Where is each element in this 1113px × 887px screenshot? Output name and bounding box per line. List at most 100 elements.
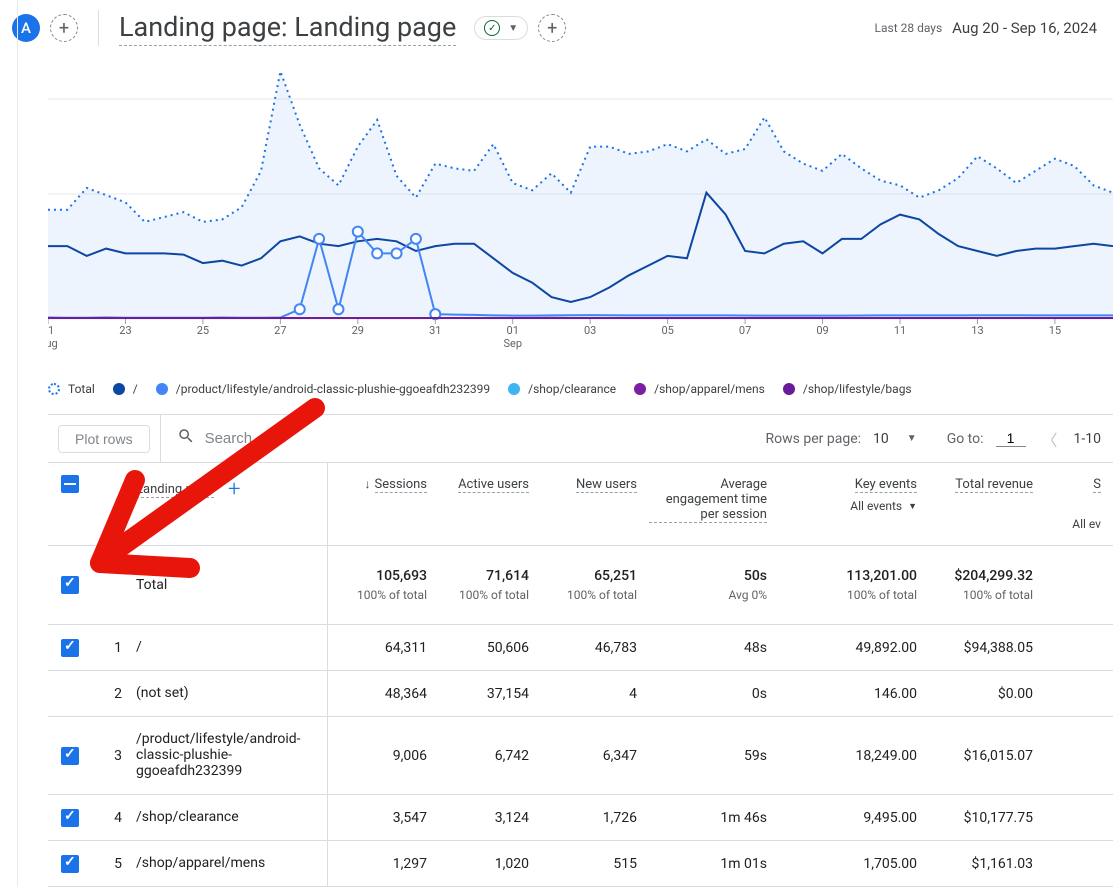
total-cell: 105,693100% of total (327, 546, 439, 625)
metric-cell: 1m 46s (649, 795, 779, 841)
goto-input[interactable] (996, 430, 1026, 447)
add-segment-button[interactable]: + (50, 14, 78, 42)
svg-text:25: 25 (197, 324, 209, 337)
row-index: 5 (92, 841, 136, 887)
row-checkbox[interactable] (61, 576, 79, 594)
metric-cell: 1,020 (439, 841, 541, 887)
legend-label: /shop/apparel/mens (654, 382, 765, 396)
svg-text:Aug: Aug (48, 337, 58, 350)
row-checkbox[interactable] (61, 747, 79, 765)
row-checkbox[interactable] (61, 809, 79, 827)
chevron-down-icon: ▼ (508, 23, 518, 34)
col-session-value[interactable]: S (1093, 477, 1101, 493)
add-card-button[interactable]: + (538, 14, 566, 42)
metric-cell: 1,297 (327, 841, 439, 887)
svg-text:21: 21 (48, 324, 54, 337)
col-new-users[interactable]: New users (576, 477, 637, 493)
svg-text:09: 09 (816, 324, 828, 337)
search-icon (177, 427, 195, 450)
total-cell: 50sAvg 0% (649, 546, 779, 625)
metric-cell: 4 (541, 671, 649, 717)
landing-page-cell[interactable]: /shop/apparel/mens (136, 841, 327, 887)
pager: Rows per page: 10 ▼ Go to: 〈 1-10 (754, 423, 1113, 455)
row-checkbox[interactable] (61, 855, 79, 873)
total-cell: 71,614100% of total (439, 546, 541, 625)
rows-per-page-select[interactable]: 10 ▼ (873, 431, 917, 447)
search-input[interactable] (205, 430, 754, 447)
page-range: 1-10 (1074, 431, 1101, 447)
metric-cell: 3,124 (439, 795, 541, 841)
sort-arrow-icon: ↓ (365, 477, 371, 491)
metric-cell: 59s (649, 717, 779, 795)
landing-page-cell[interactable]: (not set) (136, 671, 327, 717)
legend-label: Total (68, 382, 95, 396)
page-title[interactable]: Landing page: Landing page (119, 11, 456, 46)
table-row: 3/product/lifestyle/android-classic-plus… (48, 717, 1113, 795)
landing-page-cell[interactable]: /shop/clearance (136, 795, 327, 841)
metric-cell: 37,154 (439, 671, 541, 717)
plot-rows-button[interactable]: Plot rows (58, 425, 150, 453)
svg-text:01: 01 (507, 324, 519, 337)
table: Plot rows Rows per page: 10 ▼ Go to: 〈 1… (48, 414, 1113, 887)
legend-label: /shop/lifestyle/bags (803, 382, 912, 396)
svg-text:29: 29 (352, 324, 364, 337)
chart-area: 21Aug232527293101Sep03050709111315 (0, 64, 1113, 368)
rows-per-page-value: 10 (873, 431, 889, 447)
legend-swatch (156, 383, 168, 395)
col-key-events[interactable]: Key events (855, 477, 917, 493)
total-row: Total105,693100% of total71,614100% of t… (48, 546, 1113, 625)
metric-cell: 48,364 (327, 671, 439, 717)
svg-text:15: 15 (1049, 324, 1061, 337)
legend-item[interactable]: / (113, 382, 138, 396)
select-all-checkbox[interactable] (61, 475, 79, 493)
legend-swatch (634, 383, 646, 395)
metric-cell: $1,161.03 (929, 841, 1045, 887)
legend-item[interactable]: /shop/apparel/mens (634, 382, 765, 396)
row-index: 1 (92, 625, 136, 671)
legend-label: / (133, 382, 138, 396)
landing-page-cell[interactable]: / (136, 625, 327, 671)
prev-page-button[interactable]: 〈 (1038, 423, 1062, 455)
col-revenue[interactable]: Total revenue (955, 477, 1033, 493)
metric-cell: 49,892.00 (779, 625, 929, 671)
metric-cell: 6,347 (541, 717, 649, 795)
legend-label: /product/lifestyle/android-classic-plush… (176, 382, 490, 396)
search-box[interactable] (160, 415, 754, 462)
legend-swatch (508, 383, 520, 395)
date-range-value: Aug 20 - Sep 16, 2024 (952, 19, 1097, 37)
col-active-users[interactable]: Active users (458, 477, 529, 493)
col-engagement[interactable]: Average engagement time per session (649, 477, 767, 523)
check-icon: ✓ (484, 20, 500, 36)
date-range-label: Last 28 days (875, 21, 943, 35)
legend-item[interactable]: /shop/clearance (508, 382, 616, 396)
session-value-filter[interactable]: All ev (1072, 517, 1101, 531)
trend-chart[interactable]: 21Aug232527293101Sep03050709111315 (48, 64, 1113, 364)
metric-cell: 50,606 (439, 625, 541, 671)
row-checkbox[interactable] (61, 639, 79, 657)
table-row: 4/shop/clearance3,5473,1241,7261m 46s9,4… (48, 795, 1113, 841)
row-index: 2 (92, 671, 136, 717)
legend-item[interactable]: /product/lifestyle/android-classic-plush… (156, 382, 490, 396)
legend-item[interactable]: Total (48, 382, 95, 396)
legend-item[interactable]: /shop/lifestyle/bags (783, 382, 912, 396)
status-chip[interactable]: ✓ ▼ (474, 16, 528, 40)
landing-page-cell[interactable]: /product/lifestyle/android-classic-plush… (136, 717, 327, 795)
top-header: A + Landing page: Landing page ✓ ▼ + Las… (0, 0, 1113, 64)
divider (98, 10, 99, 46)
goto-label: Go to: (947, 431, 984, 447)
col-sessions[interactable]: Sessions (375, 477, 428, 493)
date-range-picker[interactable]: Last 28 days Aug 20 - Sep 16, 2024 (875, 19, 1097, 37)
dimension-header[interactable]: Landing page (136, 482, 214, 498)
metric-cell: $0.00 (929, 671, 1045, 717)
key-events-filter[interactable]: All events ▼ (850, 499, 917, 513)
metric-cell: 515 (541, 841, 649, 887)
svg-text:31: 31 (429, 324, 441, 337)
add-dimension-button[interactable]: + (228, 477, 240, 502)
rows-per-page-label: Rows per page: (766, 431, 861, 447)
svg-text:03: 03 (584, 324, 596, 337)
chevron-down-icon: ▼ (907, 433, 917, 444)
metric-cell: 18,249.00 (779, 717, 929, 795)
metric-cell: 0s (649, 671, 779, 717)
metric-cell: 9,006 (327, 717, 439, 795)
row-index: 3 (92, 717, 136, 795)
